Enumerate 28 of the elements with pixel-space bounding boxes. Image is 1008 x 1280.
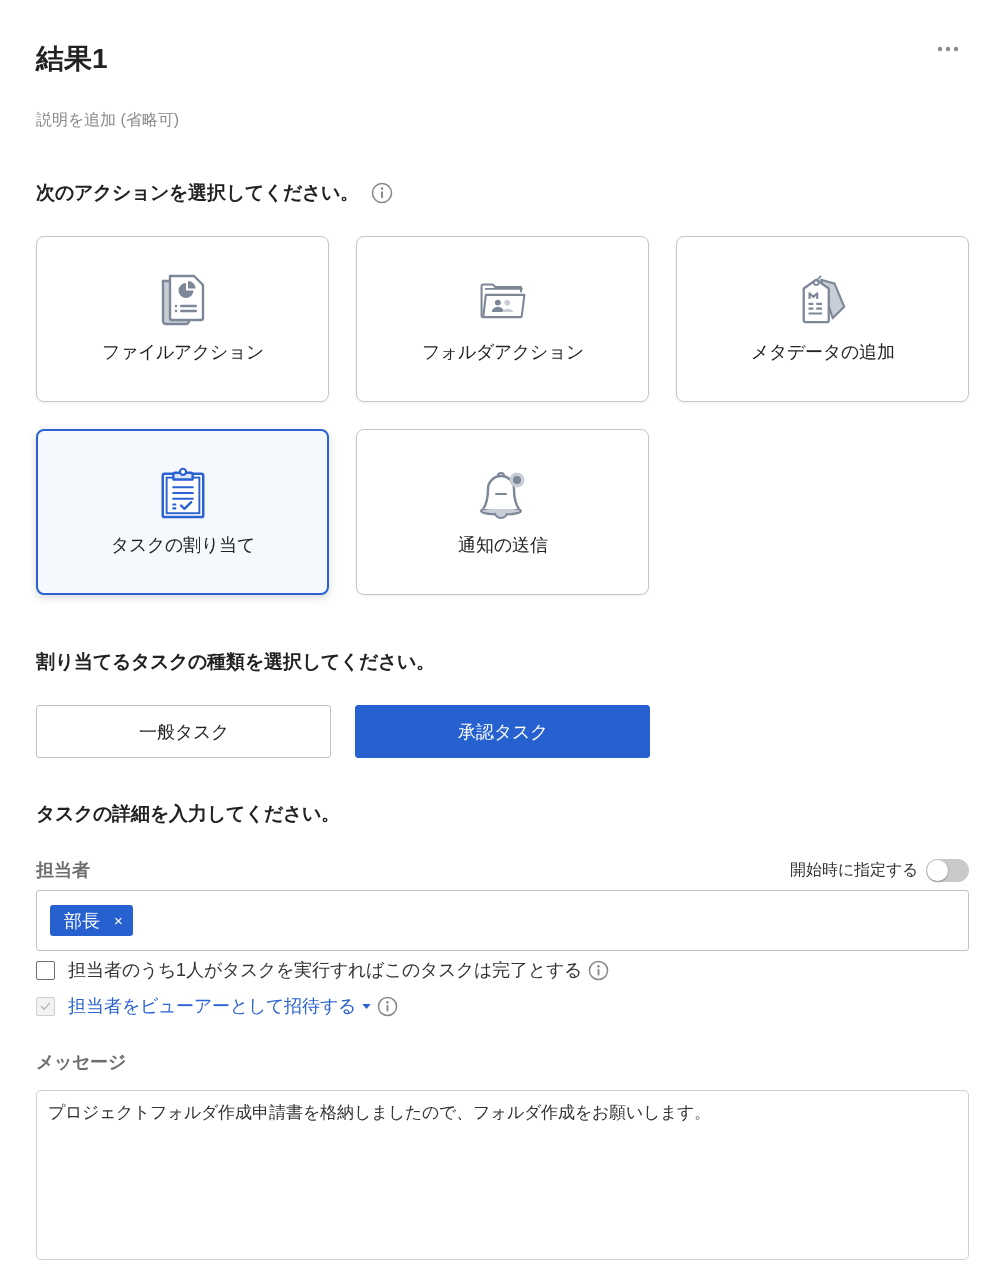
toggle-switch[interactable] (926, 858, 969, 882)
chip-label: 部長 (64, 909, 100, 933)
task-type-button[interactable]: 承認タスク (355, 705, 650, 758)
checkmark-icon (40, 1001, 51, 1011)
info-icon[interactable] (377, 995, 398, 1017)
info-icon[interactable] (371, 182, 393, 204)
message-field[interactable]: プロジェクトフォルダ作成申請書を格納しましたので、フォルダ作成をお願いします。 (36, 1090, 969, 1260)
action-card[interactable]: フォルダアクション (356, 236, 649, 402)
checkbox-label: 担当者のうち1人がタスクを実行すればこのタスクは完了とする (68, 959, 582, 982)
description-field[interactable]: 説明を追加 (省略可) (36, 110, 180, 130)
more-icon[interactable] (937, 46, 959, 52)
info-icon[interactable] (588, 959, 609, 981)
checkbox[interactable] (36, 960, 55, 980)
task-type-button[interactable]: 一般タスク (36, 705, 331, 758)
section-heading: タスクの詳細を入力してください。 (36, 802, 340, 826)
action-card[interactable]: メタデータの追加 (676, 236, 969, 402)
section-heading: 次のアクションを選択してください。 (36, 181, 359, 205)
caret-icon (362, 1003, 371, 1009)
action-card[interactable]: 通知の送信 (356, 429, 649, 595)
message-label: メッセージ (36, 1051, 126, 1074)
assignee-label: 担当者 (36, 859, 90, 882)
remove-chip-button[interactable]: × (114, 912, 123, 929)
section-heading: 割り当てるタスクの種類を選択してください。 (36, 650, 435, 674)
panel-title: 結果1 (36, 42, 108, 76)
action-card[interactable]: タスクの割り当て (36, 429, 329, 595)
action-card[interactable]: ファイルアクション (36, 236, 329, 402)
assignee-field[interactable]: 部長 × (36, 890, 969, 951)
toggle-label: 開始時に指定する (790, 859, 918, 880)
